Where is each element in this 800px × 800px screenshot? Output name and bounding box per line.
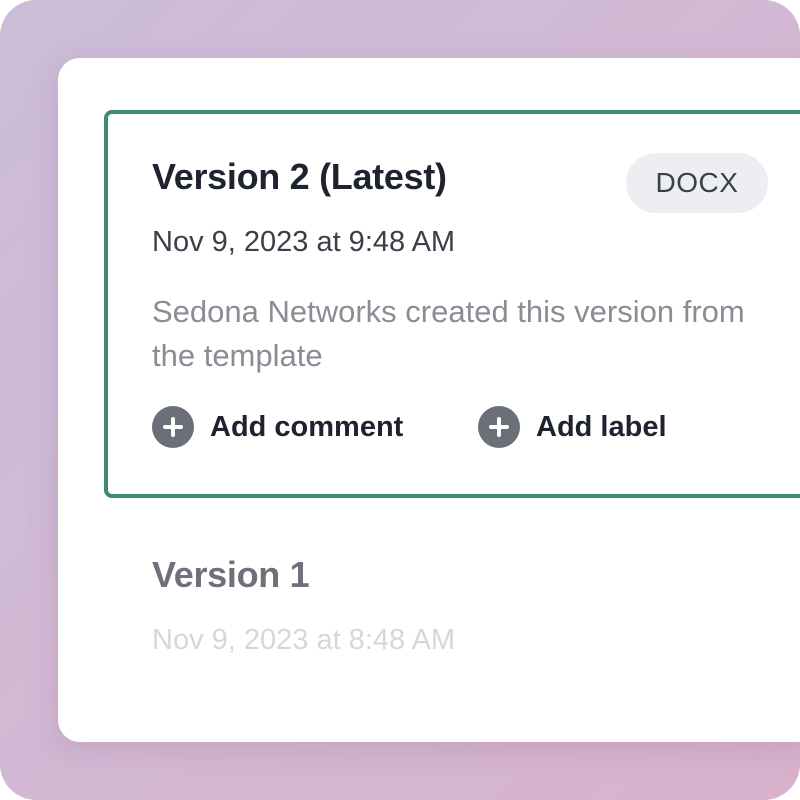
version-description: Sedona Networks created this version fro…	[152, 294, 745, 373]
background: Version 2 (Latest) DOCX Nov 9, 2023 at 9…	[0, 0, 800, 800]
add-comment-label: Add comment	[210, 410, 404, 443]
version-history-panel: Version 2 (Latest) DOCX Nov 9, 2023 at 9…	[58, 58, 800, 742]
add-comment-button[interactable]: Add comment	[152, 406, 403, 448]
format-badge: DOCX	[626, 153, 768, 213]
version-1-date: Nov 9, 2023 at 8:48 AM	[152, 624, 456, 656]
version-title: Version 2 (Latest)	[152, 156, 447, 197]
plus-circle-icon	[478, 406, 520, 448]
add-label-button[interactable]: Add label	[478, 406, 667, 448]
plus-circle-icon	[152, 406, 194, 448]
add-label-label: Add label	[536, 410, 667, 443]
version-1-title[interactable]: Version 1	[152, 554, 310, 596]
version-date: Nov 9, 2023 at 9:48 AM	[152, 226, 456, 258]
